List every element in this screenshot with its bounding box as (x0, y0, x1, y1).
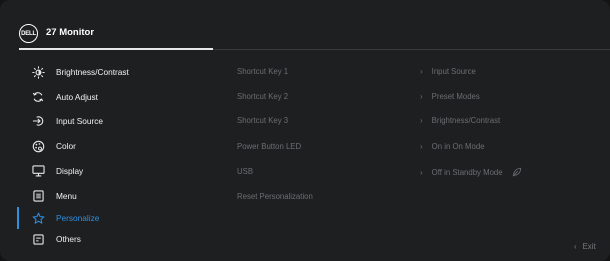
chevron-right-icon: › (420, 92, 423, 101)
display-icon (31, 164, 45, 178)
menu-item-label: Personalize (56, 213, 100, 223)
chevron-right-icon: › (420, 142, 423, 151)
menu-item-personalize[interactable]: Personalize (0, 207, 230, 229)
menu-item-menu[interactable]: Menu (0, 185, 230, 207)
chevron-right-icon: › (420, 116, 423, 125)
menu-item-others[interactable]: Others (0, 228, 230, 250)
menu-item-display[interactable]: Display (0, 160, 230, 182)
value-text: Preset Modes (431, 92, 480, 101)
header-divider (213, 48, 610, 50)
monitor-title: 27 Monitor (46, 27, 95, 38)
menu-item-input-source[interactable]: Input Source (0, 110, 230, 132)
chevron-right-icon: › (420, 167, 423, 177)
brightness-icon (31, 65, 45, 79)
option-usb[interactable]: USB (237, 167, 253, 176)
option-shortcut-key-1[interactable]: Shortcut Key 1 (237, 67, 288, 76)
color-icon (31, 139, 45, 153)
value-shortcut-key-3: › Brightness/Contrast (420, 116, 500, 125)
chevron-left-icon: ‹ (574, 242, 577, 251)
menu-item-label: Others (56, 234, 81, 244)
leaf-icon (512, 167, 521, 177)
value-power-button-led: › On in On Mode (420, 142, 485, 151)
exit-button[interactable]: ‹ Exit (574, 242, 596, 251)
chevron-right-icon: › (420, 67, 423, 76)
value-text: Brightness/Contrast (431, 116, 501, 125)
monitor-osd: DELL 27 Monitor Brightness/Contrast Auto… (0, 0, 610, 261)
menu-item-label: Color (56, 141, 76, 151)
value-usb: › Off in Standby Mode (420, 167, 522, 177)
menu-item-label: Display (56, 166, 84, 176)
value-shortcut-key-2: › Preset Modes (420, 92, 480, 101)
dell-logo-text: DELL (21, 30, 36, 37)
option-shortcut-key-3[interactable]: Shortcut Key 3 (237, 116, 288, 125)
menu-item-auto-adjust[interactable]: Auto Adjust (0, 86, 230, 108)
dell-logo: DELL (19, 24, 38, 43)
menu-item-brightness-contrast[interactable]: Brightness/Contrast (0, 61, 230, 83)
value-text: On in On Mode (431, 142, 485, 151)
osd-header: DELL 27 Monitor (0, 0, 610, 48)
menu-item-label: Menu (56, 191, 77, 201)
menu-item-color[interactable]: Color (0, 135, 230, 157)
menu-item-label: Auto Adjust (56, 92, 98, 102)
value-shortcut-key-1: › Input Source (420, 67, 476, 76)
value-text: Input Source (431, 67, 476, 76)
exit-label: Exit (582, 242, 596, 251)
option-power-button-led[interactable]: Power Button LED (237, 142, 301, 151)
auto-adjust-icon (31, 90, 45, 104)
menu-item-label: Input Source (56, 116, 104, 126)
star-icon (31, 211, 45, 225)
option-shortcut-key-2[interactable]: Shortcut Key 2 (237, 92, 288, 101)
header-divider-highlight (19, 48, 213, 50)
others-icon (31, 232, 45, 246)
menu-icon (31, 189, 45, 203)
option-reset-personalization[interactable]: Reset Personalization (237, 192, 313, 201)
input-source-icon (31, 114, 45, 128)
menu-item-label: Brightness/Contrast (56, 67, 129, 77)
value-text: Off in Standby Mode (431, 167, 503, 177)
